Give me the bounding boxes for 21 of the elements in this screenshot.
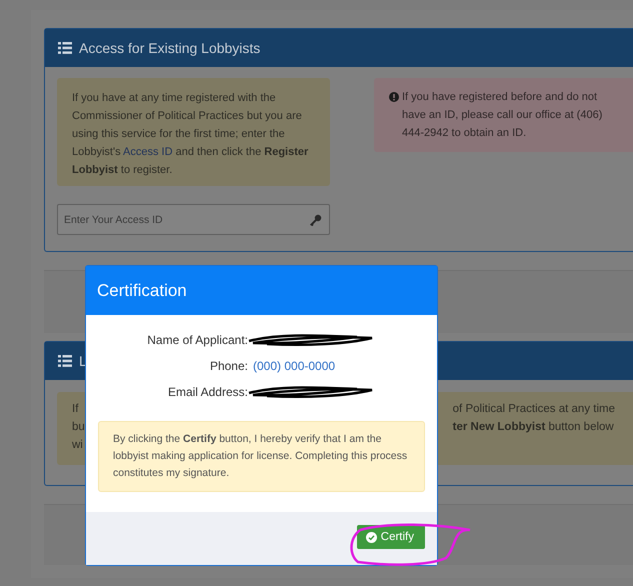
field-label: Phone: [208, 359, 248, 373]
field-label: Email Address: [166, 385, 248, 399]
note-fragment: If [72, 402, 80, 417]
note-fragment: ter New Lobbyist button below [452, 420, 615, 435]
certify-button[interactable]: Certify [356, 525, 425, 549]
info-note: If you have at any time registered with the Commissioner of Political Practices but you are using this service for the first time; enter the Lobbyist's Access ID and then click the Register Lobbyist to register. [57, 78, 330, 186]
panel-title: Access for Existing Lobbyists [79, 40, 260, 56]
exclamation-icon [389, 92, 399, 102]
alert-text: If you have registered before and do not have an ID, please call our office at (406) 444-2942 to obtain an ID. [402, 90, 604, 141]
list-icon [58, 42, 72, 54]
field-label: Name of Applicant: [146, 333, 248, 347]
access-id-field[interactable]: Enter Your Access ID [57, 204, 330, 235]
note-fragment: of Political Practices at any time [452, 402, 615, 417]
certification-notice: By clicking the Certify button, I hereby verify that I am the lobbyist making application for license. Completing this process constitutes my signature. [98, 421, 425, 492]
field-value[interactable]: (000) 000-0000 [253, 359, 425, 373]
dialog-title: Certification [97, 280, 187, 300]
check-circle-icon [366, 532, 377, 542]
list-icon [58, 355, 72, 367]
note-fragment: wi [72, 438, 84, 453]
key-icon [310, 214, 322, 226]
note-fragment: bu [72, 420, 85, 435]
